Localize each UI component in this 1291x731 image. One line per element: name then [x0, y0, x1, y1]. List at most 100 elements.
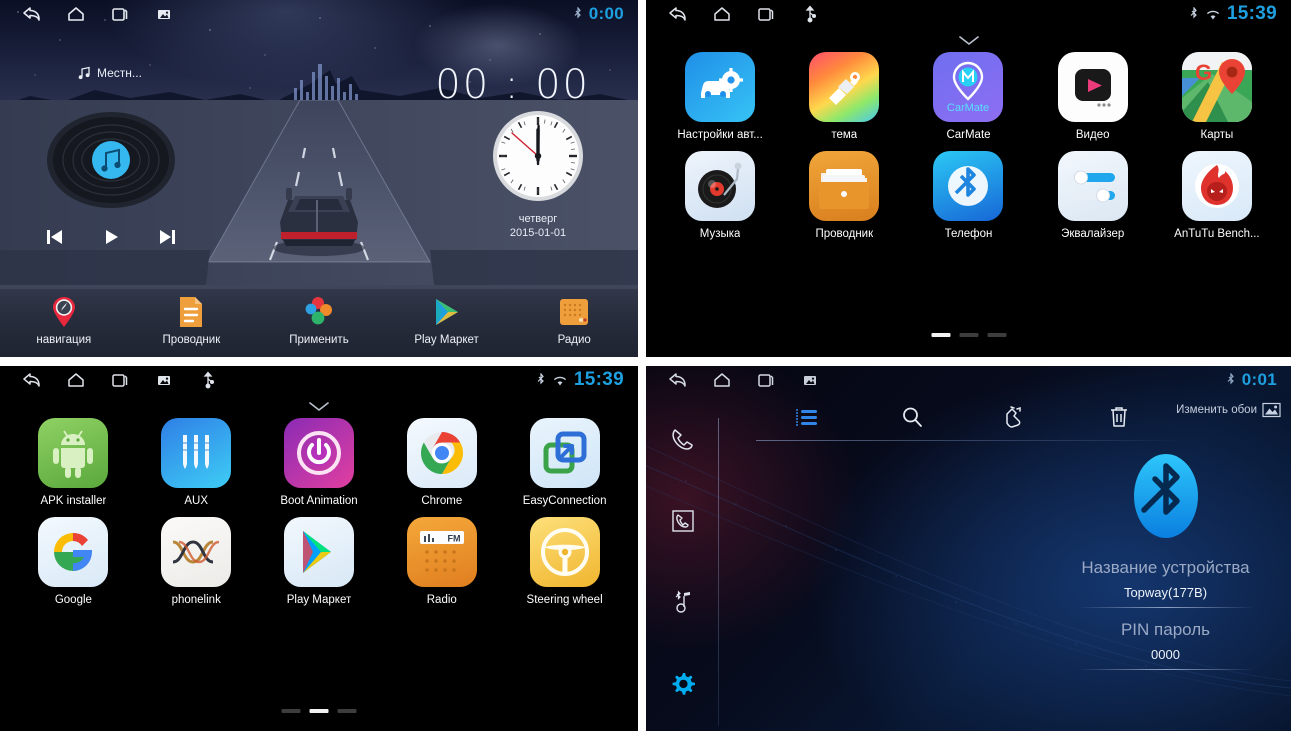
svg-text:CarMate: CarMate: [947, 102, 989, 114]
aux-jack-icon: [161, 418, 232, 488]
previous-track-icon[interactable]: [40, 222, 70, 252]
app-video[interactable]: Видео: [1031, 52, 1155, 141]
wifi-icon: [553, 376, 566, 385]
bluetooth-icon: [1190, 6, 1197, 18]
chevron-down-icon[interactable]: [306, 400, 332, 418]
recents-icon[interactable]: [744, 367, 788, 393]
back-icon[interactable]: [10, 367, 54, 393]
app-steering-wheel[interactable]: Steering wheel: [503, 517, 626, 606]
page-dot[interactable]: [959, 333, 978, 337]
panel-app-drawer-page1: 15:39 Настройки авт... тема CarMate CarM…: [646, 0, 1291, 357]
change-wallpaper-button[interactable]: Изменить обои: [1176, 402, 1281, 418]
dock-item-play-market[interactable]: Play Маркет: [383, 295, 511, 346]
app-phonelink[interactable]: phonelink: [135, 517, 258, 606]
list-icon[interactable]: [756, 396, 860, 438]
app-label: Видео: [1075, 129, 1110, 141]
app-label: Настройки авт...: [677, 129, 763, 141]
bluetooth-music-icon[interactable]: [661, 583, 705, 623]
home-icon[interactable]: [54, 367, 98, 393]
vinyl-album-art[interactable]: [45, 110, 177, 210]
settings-gear-icon[interactable]: [661, 664, 705, 704]
panel-app-drawer-page2: 15:39 APK installer AUX Boot Animation C…: [0, 366, 638, 731]
app-car-settings[interactable]: Настройки авт...: [658, 52, 782, 141]
screenshot-icon[interactable]: [142, 1, 186, 27]
dialer-phone-icon[interactable]: [661, 420, 705, 460]
app-theme[interactable]: тема: [782, 52, 906, 141]
recents-icon[interactable]: [744, 1, 788, 27]
back-icon[interactable]: [10, 1, 54, 27]
app-play-market[interactable]: Play Маркет: [258, 517, 381, 606]
toolbar-divider: [756, 440, 1186, 441]
now-playing-widget[interactable]: Местн...: [78, 66, 142, 80]
screenshot-icon[interactable]: [142, 367, 186, 393]
power-boot-icon: [283, 418, 354, 488]
recents-icon[interactable]: [98, 1, 142, 27]
app-apk-installer[interactable]: APK installer: [12, 418, 135, 507]
dock-item-apply[interactable]: Применить: [255, 295, 383, 346]
next-track-icon[interactable]: [152, 222, 182, 252]
navigation-pin-icon: [47, 295, 81, 329]
play-icon[interactable]: [96, 222, 126, 252]
dock-item-file-manager[interactable]: Проводник: [128, 295, 256, 346]
device-name-underline: [1077, 607, 1254, 608]
dock-label: Проводник: [162, 334, 221, 346]
clock-day-label: четверг: [518, 213, 558, 225]
app-maps[interactable]: G Карты: [1155, 52, 1279, 141]
app-chrome[interactable]: Chrome: [380, 418, 503, 507]
home-icon[interactable]: [54, 1, 98, 27]
fm-radio-icon: FM: [406, 517, 477, 587]
app-google[interactable]: Google: [12, 517, 135, 606]
app-label: AnTuTu Bench...: [1174, 228, 1260, 240]
trash-icon[interactable]: [1067, 396, 1171, 438]
page-dot[interactable]: [987, 333, 1006, 337]
steering-wheel-icon: [529, 517, 600, 587]
app-radio[interactable]: FM Radio: [380, 517, 503, 606]
screenshot-icon[interactable]: [788, 367, 832, 393]
bluetooth-logo-icon: [1125, 446, 1207, 546]
app-phone-bluetooth[interactable]: Телефон: [906, 151, 1030, 240]
app-file-explorer[interactable]: Проводник: [782, 151, 906, 240]
contacts-icon[interactable]: [661, 501, 705, 541]
device-name-value[interactable]: Topway(177B): [1124, 585, 1207, 600]
page-dot[interactable]: [337, 709, 357, 713]
change-wallpaper-label: Изменить обои: [1176, 404, 1257, 416]
nav-buttons: [0, 1, 186, 27]
analog-clock-widget[interactable]: четверг 2015-01-01: [490, 108, 586, 239]
dock-label: Применить: [289, 334, 349, 346]
app-easyconnection[interactable]: EasyConnection: [503, 418, 626, 507]
app-label: Boot Animation: [280, 495, 358, 507]
music-note-icon: [78, 66, 90, 80]
sidebar-divider: [718, 418, 719, 726]
dock-item-radio[interactable]: Радио: [510, 295, 638, 346]
app-label: Телефон: [944, 228, 993, 240]
status-time: 15:39: [573, 369, 624, 390]
back-icon[interactable]: [656, 367, 700, 393]
chevron-down-icon[interactable]: [956, 34, 982, 52]
page-dot[interactable]: [309, 709, 329, 713]
google-maps-icon: G: [1181, 52, 1252, 122]
recents-icon[interactable]: [98, 367, 142, 393]
app-antutu[interactable]: AnTuTu Bench...: [1155, 151, 1279, 240]
app-label: тема: [831, 129, 858, 141]
page-dot[interactable]: [281, 709, 301, 713]
back-icon[interactable]: [656, 1, 700, 27]
app-carmate[interactable]: CarMate CarMate: [906, 52, 1030, 141]
status-bar-drawer1: 15:39: [646, 0, 1291, 28]
home-icon[interactable]: [700, 1, 744, 27]
page-dot[interactable]: [931, 333, 950, 337]
app-equalizer[interactable]: Эквалайзер: [1031, 151, 1155, 240]
file-explorer-icon: [809, 151, 880, 221]
app-aux[interactable]: AUX: [135, 418, 258, 507]
pin-value[interactable]: 0000: [1151, 647, 1180, 662]
radio-icon: [557, 295, 591, 329]
app-music[interactable]: Музыка: [658, 151, 782, 240]
search-icon[interactable]: [860, 396, 964, 438]
pair-hand-icon[interactable]: [964, 396, 1068, 438]
dock-item-navigation[interactable]: навигация: [0, 295, 128, 346]
app-label: Chrome: [421, 495, 463, 507]
app-label: CarMate: [946, 129, 991, 141]
home-icon[interactable]: [700, 367, 744, 393]
app-boot-animation[interactable]: Boot Animation: [258, 418, 381, 507]
usb-icon[interactable]: [788, 1, 832, 27]
usb-icon[interactable]: [186, 367, 230, 393]
